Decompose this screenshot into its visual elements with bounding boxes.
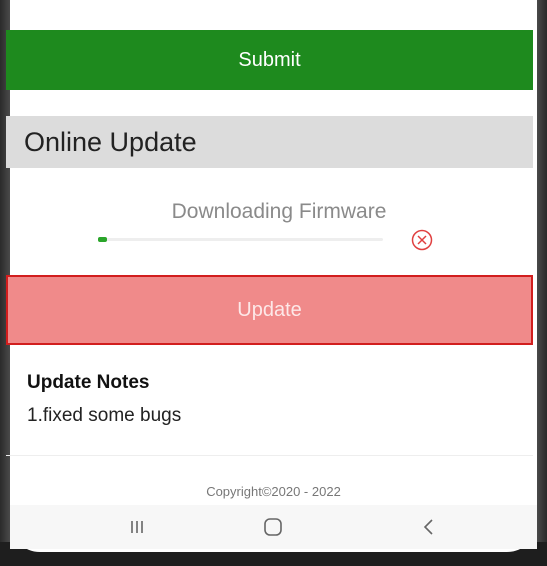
- update-notes-body: 1.fixed some bugs: [27, 405, 182, 426]
- android-nav-bar: [10, 505, 537, 549]
- submit-button[interactable]: Submit: [6, 30, 533, 90]
- online-update-header: Online Update: [6, 116, 533, 168]
- copyright-text: Copyright©2020 - 2022: [206, 484, 341, 499]
- update-notes-title: Update Notes: [27, 372, 150, 393]
- download-status-text: Downloading Firmware: [171, 200, 387, 223]
- back-icon[interactable]: [414, 515, 444, 539]
- page: Submit Online Update Downloading Firmwar…: [0, 0, 547, 566]
- divider: [6, 455, 533, 456]
- home-icon[interactable]: [258, 515, 288, 539]
- close-circle-icon[interactable]: [411, 229, 433, 251]
- download-progress-fill: [98, 237, 107, 242]
- download-progress-bar: [98, 237, 383, 242]
- update-button[interactable]: Update: [6, 275, 533, 345]
- phone-bezel-right: [537, 0, 547, 566]
- recents-icon[interactable]: [122, 515, 152, 539]
